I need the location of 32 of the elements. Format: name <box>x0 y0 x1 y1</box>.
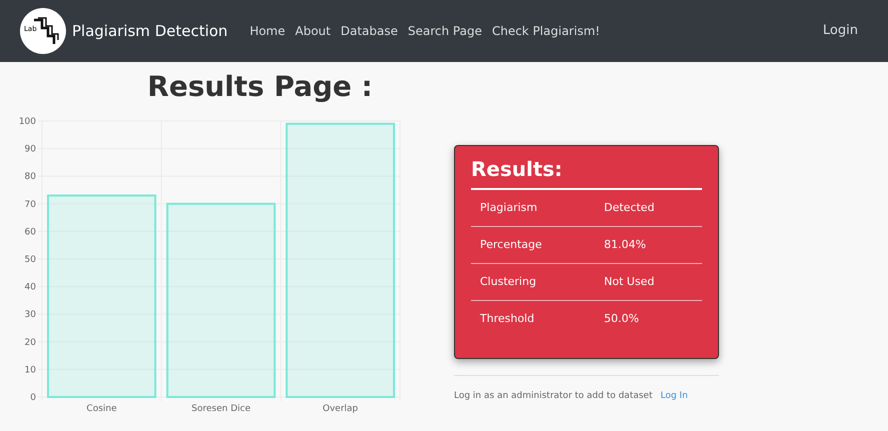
x-tick-label: Soresen Dice <box>192 404 250 414</box>
y-tick-label: 90 <box>24 144 36 155</box>
result-label: Plagiarism <box>480 200 538 216</box>
y-tick-label: 50 <box>24 255 36 265</box>
y-tick-label: 80 <box>24 172 36 182</box>
result-label: Percentage <box>480 236 543 253</box>
page-heading: Results Page : <box>147 69 373 105</box>
x-tick-label: Cosine <box>86 404 117 414</box>
nav-link[interactable]: Database <box>340 22 398 40</box>
nav-link[interactable]: Search Page <box>408 22 482 40</box>
login-link[interactable]: Login <box>822 21 858 41</box>
admin-note: Log in as an administrator to add to dataset <box>454 390 652 403</box>
brand-title[interactable]: Plagiarism Detection <box>72 20 228 42</box>
y-tick-label: 60 <box>24 227 36 238</box>
result-value: Not Used <box>604 274 654 290</box>
y-tick-label: 10 <box>24 365 36 376</box>
result-label: Clustering <box>480 274 538 290</box>
y-tick-label: 30 <box>24 310 36 320</box>
y-tick-label: 100 <box>18 117 36 127</box>
y-tick-label: 0 <box>30 393 36 403</box>
result-value: Detected <box>604 200 654 216</box>
nav-link[interactable]: Check Plagiarism! <box>492 22 600 40</box>
y-tick-label: 20 <box>24 338 36 348</box>
x-tick-label: Overlap <box>322 404 358 414</box>
result-value: 50.0% <box>604 311 639 328</box>
nav-link[interactable]: Home <box>250 22 286 40</box>
nav-link[interactable]: About <box>295 22 331 40</box>
results-title: Results: <box>471 154 702 190</box>
result-label: Threshold <box>480 311 536 328</box>
y-tick-label: 70 <box>24 200 36 210</box>
result-value: 81.04% <box>604 236 646 253</box>
y-tick-label: 40 <box>24 282 36 293</box>
